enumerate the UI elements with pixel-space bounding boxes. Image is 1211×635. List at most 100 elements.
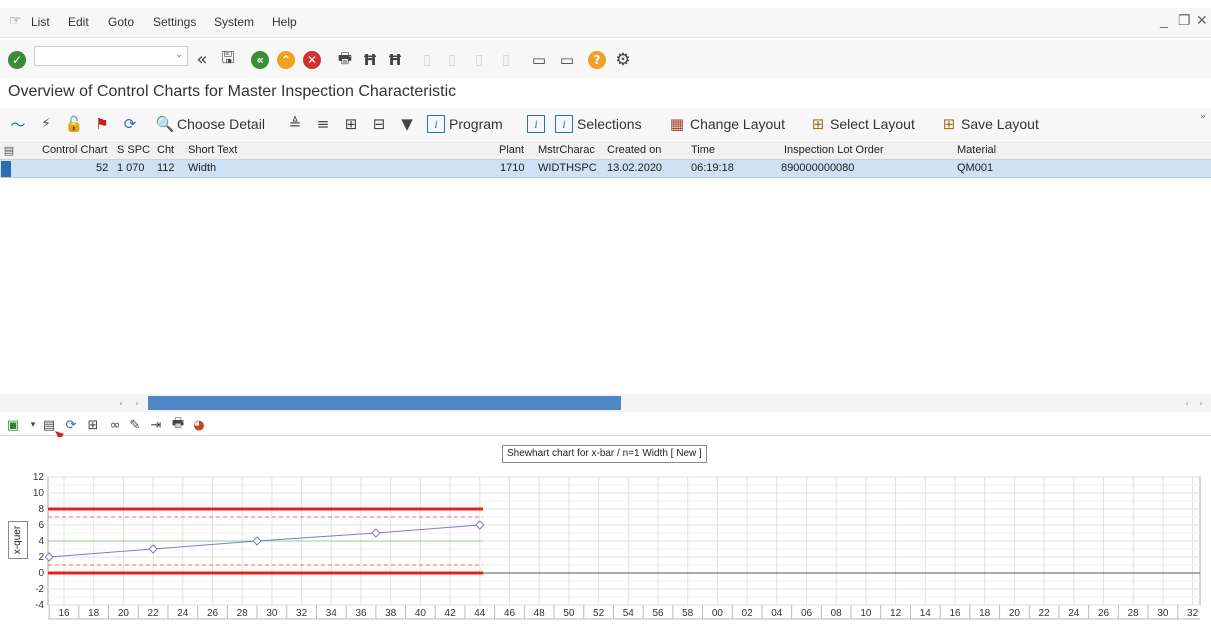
col-time[interactable]: Time xyxy=(691,144,715,156)
new-session-icon[interactable]: ▭ xyxy=(528,50,550,70)
menu-goto[interactable]: Goto xyxy=(108,15,134,29)
more-toolbar-icon[interactable]: » xyxy=(1196,110,1210,124)
subtotal-icon[interactable]: ⊟ xyxy=(369,114,389,134)
x-tick-label: 24 xyxy=(1068,608,1080,619)
panel-scroll-left-icon[interactable]: ‹ xyxy=(1182,397,1192,409)
select-layout-icon[interactable]: ⊞ xyxy=(808,114,828,134)
minimize-icon[interactable]: _ xyxy=(1160,12,1168,28)
x-tick-label: 28 xyxy=(237,608,249,619)
x-tick-label: 30 xyxy=(1157,608,1169,619)
sort-descending-icon[interactable]: ≡ xyxy=(313,114,333,134)
close-window-icon[interactable]: ✕ xyxy=(1196,12,1208,29)
col-cht[interactable]: Cht xyxy=(157,144,174,156)
menu-list[interactable]: List xyxy=(31,15,50,29)
table-header xyxy=(0,141,1211,160)
save-layout-button[interactable]: Save Layout xyxy=(961,116,1039,132)
x-tick-label: 46 xyxy=(504,608,516,619)
menu-edit[interactable]: Edit xyxy=(68,15,89,29)
shortcut-icon[interactable]: ▭ xyxy=(556,50,578,70)
selections-button[interactable]: Selections xyxy=(577,116,642,132)
exit-icon[interactable]: ⌃ xyxy=(277,51,295,69)
x-tick-label: 58 xyxy=(682,608,694,619)
filter-icon[interactable]: ▼ xyxy=(397,114,417,134)
col-created-on[interactable]: Created on xyxy=(607,144,661,156)
chart-grid-icon[interactable]: ⊞ xyxy=(84,416,102,434)
x-tick-label: 34 xyxy=(326,608,338,619)
cell-short-text: Width xyxy=(188,162,217,174)
cell-material: QM001 xyxy=(957,162,994,174)
x-tick-label: 54 xyxy=(623,608,635,619)
table-row[interactable] xyxy=(0,160,1211,178)
col-short-text[interactable]: Short Text xyxy=(188,144,237,156)
info-icon[interactable]: i xyxy=(527,115,545,133)
first-page-icon[interactable]: ▯ xyxy=(418,50,436,70)
lock-icon[interactable]: 🔓 xyxy=(64,114,84,134)
chart-edit-icon[interactable]: ✎ xyxy=(126,416,144,434)
cell-created-on: 13.02.2020 xyxy=(607,162,663,174)
chart-export-icon[interactable]: ⇥ xyxy=(147,416,165,434)
refresh-icon[interactable]: ⟳ xyxy=(120,114,140,134)
history-back-icon[interactable]: « xyxy=(191,48,213,70)
print-icon[interactable]: 🖶 xyxy=(335,49,355,70)
menu-help[interactable]: Help xyxy=(272,15,297,29)
sort-ascending-icon[interactable]: ≜ xyxy=(285,114,305,134)
command-field[interactable] xyxy=(34,46,188,66)
table-settings-icon[interactable]: ▤ xyxy=(2,143,16,157)
last-page-icon[interactable]: ▯ xyxy=(497,50,515,70)
graphic-icon[interactable]: 〜 xyxy=(8,114,28,134)
save-layout-icon[interactable]: ⊞ xyxy=(939,114,959,134)
col-plant[interactable]: Plant xyxy=(499,144,524,156)
cell-cht: 112 xyxy=(157,162,175,174)
enter-check-icon[interactable]: ✓ xyxy=(8,51,26,69)
change-layout-button[interactable]: Change Layout xyxy=(690,116,785,132)
restore-icon[interactable]: ❐ xyxy=(1178,12,1191,29)
program-info-icon[interactable]: i xyxy=(427,115,445,133)
row-selector[interactable] xyxy=(1,161,11,177)
x-tick-label: 38 xyxy=(385,608,397,619)
flag-icon[interactable]: ⚑ xyxy=(92,114,112,134)
find-icon[interactable]: Ħ xyxy=(360,50,380,70)
magic-wand-icon[interactable]: ⚡ xyxy=(36,114,56,134)
chart-glasses-icon[interactable]: ∞ xyxy=(106,416,124,434)
menu-settings[interactable]: Settings xyxy=(153,15,196,29)
chart-print-icon[interactable]: 🖶 xyxy=(169,416,187,434)
next-page-icon[interactable]: ▯ xyxy=(470,50,488,70)
col-inspection-lot-order[interactable]: Inspection Lot Order xyxy=(784,144,884,156)
col-material[interactable]: Material xyxy=(957,144,996,156)
chart-color-icon[interactable]: ◕ xyxy=(191,417,207,433)
col-s-spc[interactable]: S SPC xyxy=(117,144,150,156)
save-icon[interactable]: 🖫 xyxy=(218,48,238,70)
col-control-chart[interactable]: Control Chart xyxy=(42,144,107,156)
panel-scroll-right-icon[interactable]: › xyxy=(1196,397,1206,409)
chart-graphic-icon[interactable]: ▣ xyxy=(4,416,22,434)
y-axis-label-box: x-quer xyxy=(8,521,28,559)
col-mstr-charac[interactable]: MstrCharac xyxy=(538,144,595,156)
cancel-icon[interactable]: ✕ xyxy=(303,51,321,69)
menu-bar: ☞ List Edit Goto Settings System Help _ … xyxy=(0,8,1211,38)
scroll-left-icon[interactable]: ‹ xyxy=(116,397,126,409)
choose-detail-icon[interactable]: 🔍 xyxy=(155,114,175,134)
x-tick-label: 28 xyxy=(1128,608,1140,619)
help-icon[interactable]: ? xyxy=(588,51,606,69)
command-dropdown-icon[interactable]: ⌄ xyxy=(172,48,186,62)
choose-detail-button[interactable]: Choose Detail xyxy=(177,116,265,132)
x-tick-label: 22 xyxy=(1039,608,1051,619)
total-icon[interactable]: ⊞ xyxy=(341,114,361,134)
change-layout-icon[interactable]: ▦ xyxy=(667,114,687,134)
previous-page-icon[interactable]: ▯ xyxy=(443,50,461,70)
menu-icon[interactable]: ☞ xyxy=(9,12,22,29)
control-chart-plot: 121086420-2-416 18 20 22 24 26 28 30 32 34 36 38 40 4… xyxy=(33,472,1201,620)
x-tick-label: 18 xyxy=(88,608,100,619)
x-tick-label: 22 xyxy=(148,608,160,619)
scrollbar-thumb[interactable] xyxy=(148,396,621,410)
back-icon[interactable]: « xyxy=(251,51,269,69)
chart-dropdown-icon[interactable]: ▾ xyxy=(28,418,38,432)
cell-s-spc: 1 070 xyxy=(117,162,145,174)
find-next-icon[interactable]: Ħ xyxy=(385,50,405,70)
scroll-right-icon[interactable]: › xyxy=(132,397,142,409)
selections-info-icon[interactable]: i xyxy=(555,115,573,133)
menu-system[interactable]: System xyxy=(214,15,254,29)
select-layout-button[interactable]: Select Layout xyxy=(830,116,915,132)
program-button[interactable]: Program xyxy=(449,116,503,132)
settings-gear-icon[interactable]: ⚙ xyxy=(612,49,634,71)
